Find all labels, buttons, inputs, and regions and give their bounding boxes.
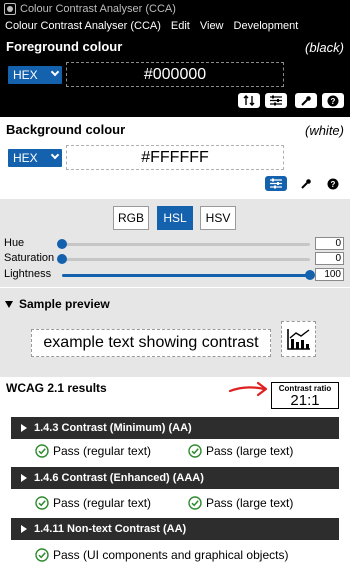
results-title: WCAG 2.1 results [6,381,107,395]
saturation-slider[interactable] [57,254,310,264]
pass-result: Pass (large text) [188,496,293,510]
saturation-value-input[interactable]: 0 [315,252,344,265]
pass-result-text: Pass (large text) [206,496,294,510]
pass-result-text: Pass (regular text) [53,496,152,510]
background-section: Background colour (white) HEX #FFFFFF ? [0,117,350,199]
swap-colours-button[interactable] [238,93,260,108]
foreground-title: Foreground colour [6,39,123,54]
wcag-results-section: WCAG 2.1 results Contrast ratio 21:1 1.4… [0,377,350,568]
sample-text: example text showing contrast [31,329,271,357]
swap-icon [243,95,255,106]
criterion-1-4-11-toggle[interactable]: 1.4.11 Non-text Contrast (AA) [11,518,339,540]
hue-value-input[interactable]: 0 [315,237,344,250]
lightness-value-input[interactable]: 100 [315,268,344,281]
colour-model-editor: RGB HSL HSV Hue 0 Saturation 0 Lightness… [0,199,350,287]
check-circle-icon [35,444,49,458]
background-colour-name: (white) [304,123,344,138]
triangle-right-icon [21,474,27,482]
eyedropper-icon [301,178,311,189]
foreground-adjust-button[interactable] [265,93,287,108]
tab-hsl[interactable]: HSL [157,206,193,230]
lightness-label: Lightness [4,268,52,280]
lightness-slider[interactable] [62,270,315,280]
foreground-help-button[interactable]: ? [322,93,344,108]
saturation-slider-thumb[interactable] [57,254,67,264]
background-eyedropper-button[interactable] [295,176,317,191]
hue-label: Hue [4,237,25,249]
triangle-right-icon [21,525,27,533]
criterion-label: 1.4.11 Non-text Contrast (AA) [34,523,187,535]
red-arrow-annotation-icon [228,381,268,397]
hue-row: Hue 0 [0,237,350,251]
foreground-eyedropper-button[interactable] [295,93,317,108]
pass-result: Pass (large text) [188,444,293,458]
hue-slider[interactable] [57,239,310,249]
lightness-slider-fill [62,274,310,277]
criterion-label: 1.4.3 Contrast (Minimum) (AA) [34,422,192,434]
contrast-ratio-value: 21:1 [290,392,320,409]
chevron-down-icon [50,150,60,160]
foreground-format-value: HEX [13,68,38,82]
menu-view[interactable]: View [195,20,229,32]
background-title: Background colour [6,122,126,137]
hue-slider-thumb[interactable] [57,239,67,249]
pass-result: Pass (regular text) [35,444,151,458]
svg-text:?: ? [331,97,336,106]
pass-result: Pass (regular text) [35,496,151,510]
foreground-section: Foreground colour (black) HEX #000000 ? [0,34,350,117]
title-bar: Colour Contrast Analyser (CCA) [0,0,350,18]
background-format-select[interactable]: HEX [8,149,62,167]
background-format-value: HEX [13,151,38,165]
svg-text:?: ? [331,180,336,189]
foreground-colour-name: (black) [304,40,344,55]
tab-hsv[interactable]: HSV [200,206,236,230]
lightness-slider-thumb[interactable] [305,270,315,280]
sample-preview-toggle[interactable]: Sample preview [5,297,110,311]
help-icon: ? [327,178,339,189]
check-circle-icon [188,444,202,458]
sliders-icon [270,178,282,189]
triangle-right-icon [21,424,27,432]
menu-app[interactable]: Colour Contrast Analyser (CCA) [0,20,166,32]
pass-result: Pass (UI components and graphical object… [35,548,288,562]
contrast-ratio-box: Contrast ratio 21:1 [271,382,339,409]
window-title: Colour Contrast Analyser (CCA) [20,3,176,15]
sample-preview-section: Sample preview example text showing cont… [0,287,350,377]
criterion-label: 1.4.6 Contrast (Enhanced) (AAA) [34,472,204,484]
sample-preview-title: Sample preview [19,297,110,311]
foreground-hex-input[interactable]: #000000 [66,62,284,87]
menu-bar: Colour Contrast Analyser (CCA) Edit View… [0,18,350,34]
tab-rgb[interactable]: RGB [113,206,149,230]
saturation-label: Saturation [4,252,55,264]
eyedropper-icon [301,95,311,106]
app-icon [4,3,16,15]
check-circle-icon [35,496,49,510]
background-adjust-button[interactable] [265,176,287,191]
chart-graphic-icon [286,329,310,350]
background-help-button[interactable]: ? [322,176,344,191]
pass-result-text: Pass (regular text) [53,444,152,458]
check-circle-icon [35,548,49,562]
sliders-icon [270,95,282,106]
check-circle-icon [188,496,202,510]
foreground-format-select[interactable]: HEX [8,66,62,84]
chevron-down-icon [50,67,60,77]
background-hex-input[interactable]: #FFFFFF [66,145,284,170]
menu-development[interactable]: Development [229,20,304,32]
pass-result-text: Pass (UI components and graphical object… [53,548,289,562]
saturation-row: Saturation 0 [0,252,350,266]
pass-result-text: Pass (large text) [206,444,294,458]
triangle-down-icon [5,300,13,308]
sample-graphic [281,321,316,357]
menu-edit[interactable]: Edit [166,20,195,32]
lightness-row: Lightness 100 [0,268,350,282]
help-icon: ? [327,95,339,106]
criterion-1-4-6-toggle[interactable]: 1.4.6 Contrast (Enhanced) (AAA) [11,467,339,489]
criterion-1-4-3-toggle[interactable]: 1.4.3 Contrast (Minimum) (AA) [11,417,339,439]
